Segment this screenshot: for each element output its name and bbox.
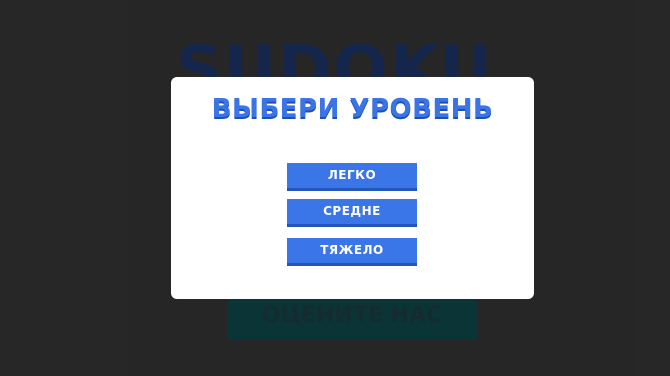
- dialog-title: ВЫБЕРИ УРОВЕНЬ: [211, 94, 494, 124]
- level-select-dialog: ВЫБЕРИ УРОВЕНЬ ЛЕГКО СРЕДНЕ ТЯЖЕЛО: [171, 77, 534, 299]
- hard-level-button[interactable]: ТЯЖЕЛО: [287, 238, 417, 266]
- medium-level-button[interactable]: СРЕДНЕ: [287, 199, 417, 227]
- easy-level-button[interactable]: ЛЕГКО: [287, 163, 417, 191]
- game-screen: SUDOKU ОЦЕНИТЕ НАС ВЫБЕРИ УРОВЕНЬ ЛЕГКО …: [0, 0, 670, 376]
